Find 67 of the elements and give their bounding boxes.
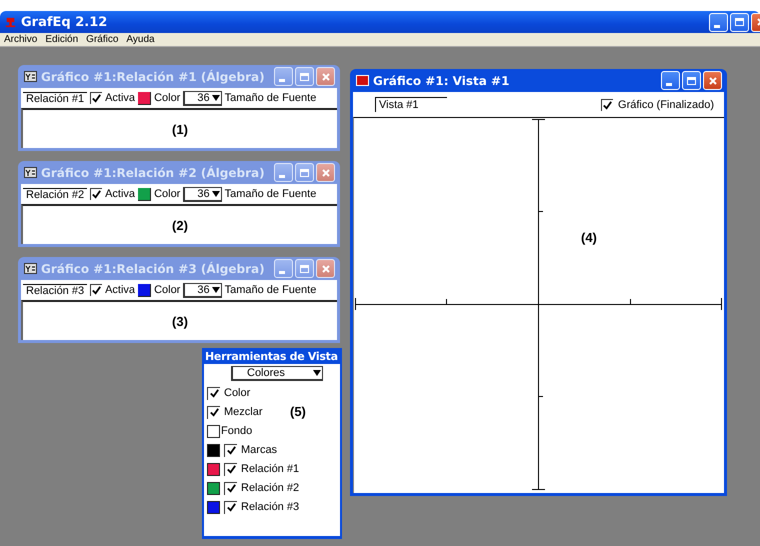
close-button[interactable] [316,259,335,278]
window-title: Gráfico #1:Relación #3 (Álgebra) [41,262,266,276]
close-button[interactable] [316,67,335,86]
minimize-button[interactable] [274,163,293,182]
checkbox-label: Relación #1 [241,463,300,475]
graph-canvas[interactable]: (4) [353,117,724,493]
checkbox-label: Marcas [241,444,278,456]
font-size-label: Tamaño de Fuente [224,284,316,296]
annotation: (5) [290,404,306,419]
font-size-label: Tamaño de Fuente [224,188,316,200]
dropdown[interactable]: Colores [231,366,323,381]
close-icon [320,168,330,178]
close-icon [708,76,718,86]
checkbox-label: Activa [105,92,136,104]
font-size-dropdown[interactable]: 36 [183,186,222,202]
checkbox-label: Relación #3 [241,501,300,513]
relation-name: Relación #3 [23,284,88,296]
menu-item[interactable]: Edición [45,34,78,45]
view-name: Vista #1 [375,97,447,112]
font-size-label: Tamaño de Fuente [224,92,316,104]
close-icon [320,72,330,82]
equation-icon [24,263,37,274]
maximize-button[interactable] [295,67,314,86]
equation-field[interactable]: (3) [21,300,337,340]
window-title: GrafEq 2.12 [21,14,108,30]
close-icon [320,264,330,274]
checkbox-label: Relación #2 [241,482,300,494]
app-icon [4,16,17,28]
color-swatch[interactable] [207,482,220,494]
color-swatch[interactable] [138,284,152,296]
color-swatch[interactable] [138,188,152,200]
window-title: Gráfico #1: Vista #1 [373,74,510,88]
palette-title: Herramientas de Vista [204,348,339,364]
menu-item[interactable]: Archivo [4,34,38,45]
checkbox-label: Gráfico (Finalizado) [618,98,714,110]
window-title: Gráfico #1:Relación #2 (Álgebra) [41,166,266,180]
color-label: Color [154,188,180,200]
menu-item[interactable]: Gráfico [86,34,118,45]
equation-icon [24,167,37,178]
color-swatch[interactable] [207,444,220,456]
color-swatch[interactable] [207,424,220,438]
window-title: Gráfico #1:Relación #1 (Álgebra) [41,70,266,84]
checkbox-label: Fondo [221,425,252,437]
close-button[interactable] [316,163,335,182]
equation-field[interactable]: (1) [21,108,337,148]
relation-name: Relación #2 [23,188,88,200]
minimize-button[interactable] [274,259,293,278]
maximize-button[interactable] [295,163,314,182]
app-icon [356,75,369,86]
checkbox-label: Activa [105,188,136,200]
color-label: Color [154,284,180,296]
checkbox-label: Color [224,387,250,399]
color-swatch[interactable] [138,92,152,104]
equation-icon [24,71,37,82]
font-size-dropdown[interactable]: 36 [183,90,222,106]
color-swatch[interactable] [207,462,220,476]
equation-field[interactable]: (2) [21,204,337,244]
checkbox-label: Mezclar [224,406,263,418]
minimize-button[interactable] [274,67,293,86]
menu-item[interactable]: Ayuda [126,34,155,45]
annotation: (4) [581,230,597,245]
color-swatch[interactable] [207,500,220,514]
color-label: Color [154,92,180,104]
font-size-dropdown[interactable]: 36 [183,282,222,298]
checkbox-label: Activa [105,284,136,296]
maximize-button[interactable] [295,259,314,278]
relation-name: Relación #1 [23,92,88,104]
